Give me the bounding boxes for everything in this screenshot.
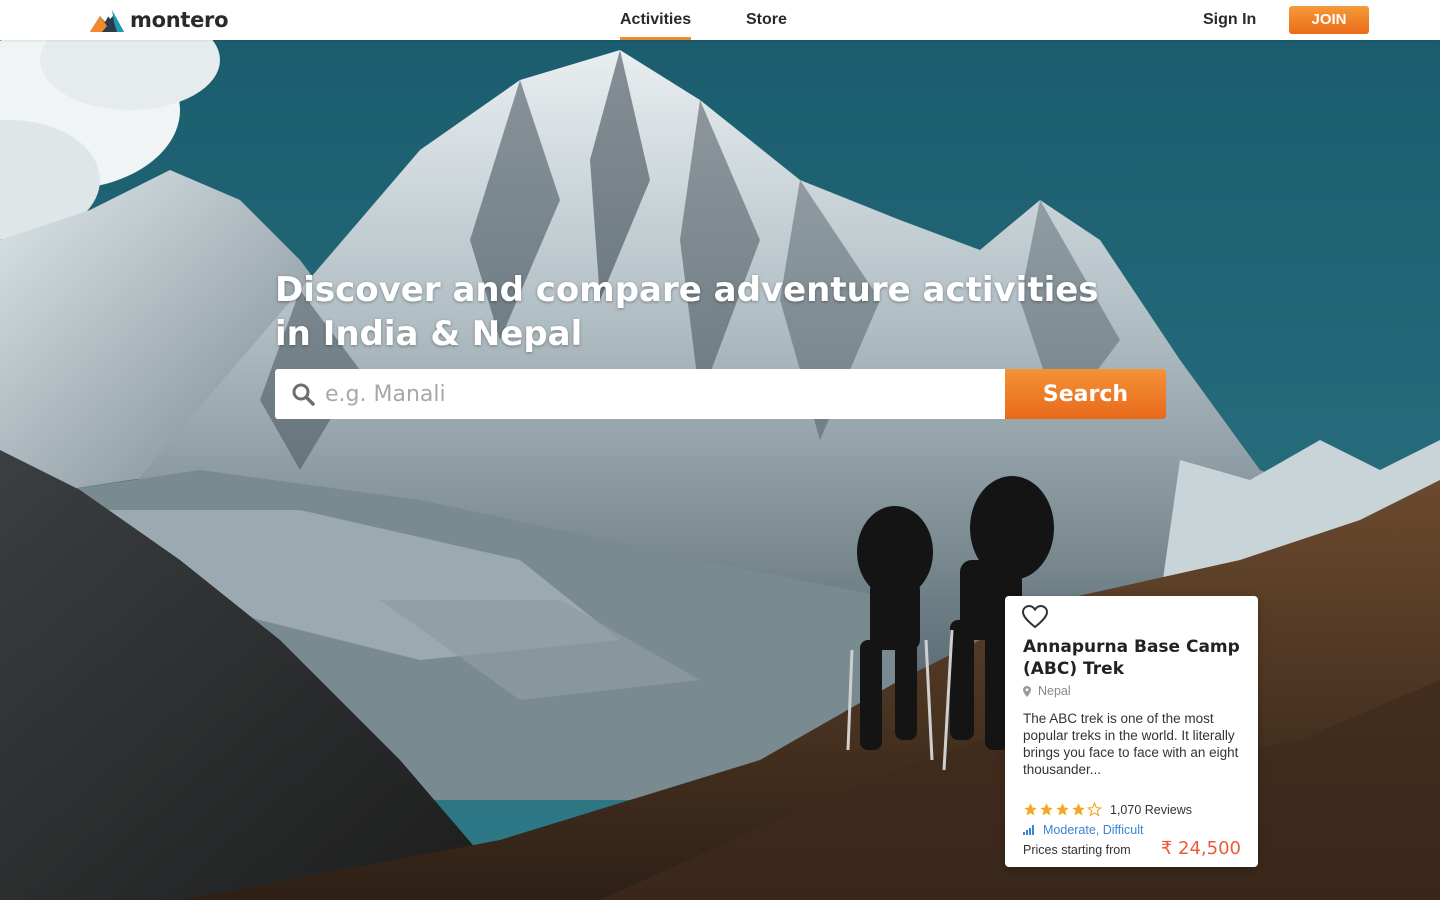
card-description: The ABC trek is one of the most popular …: [1023, 711, 1239, 777]
join-button[interactable]: JOIN: [1289, 6, 1369, 34]
star-icon: [1072, 803, 1085, 816]
card-title[interactable]: Annapurna Base Camp (ABC) Trek: [1023, 636, 1248, 680]
search-box: [275, 369, 1005, 419]
star-icon: [1056, 803, 1069, 816]
card-location: Nepal: [1023, 684, 1071, 698]
search-button[interactable]: Search: [1005, 369, 1166, 419]
price-label: Prices starting from: [1023, 843, 1131, 857]
star-icon: [1040, 803, 1053, 816]
map-pin-icon: [1023, 685, 1031, 697]
card-price-row: Prices starting from ₹ 24,500: [1023, 838, 1241, 859]
mountain-logo-icon: [90, 10, 124, 32]
review-count[interactable]: 1,070 Reviews: [1110, 803, 1192, 817]
card-location-text: Nepal: [1038, 684, 1071, 698]
hero-headline: Discover and compare adventure activitie…: [275, 270, 1099, 354]
search-input[interactable]: [325, 369, 995, 419]
star-icon: [1024, 803, 1037, 816]
price-value: ₹ 24,500: [1160, 838, 1241, 859]
brand-name: montero: [130, 8, 229, 32]
sign-in-link[interactable]: Sign In: [1203, 0, 1256, 40]
activity-card[interactable]: Annapurna Base Camp (ABC) Trek Nepal The…: [1005, 596, 1258, 867]
star-empty-icon: [1087, 802, 1102, 817]
nav-store[interactable]: Store: [746, 0, 787, 40]
top-navbar: montero Activities Store Sign In JOIN: [0, 0, 1440, 40]
difficulty-text: Moderate, Difficult: [1043, 823, 1144, 837]
rating-stars: [1023, 802, 1102, 817]
heart-icon[interactable]: [1022, 605, 1048, 629]
brand-logo[interactable]: montero: [90, 6, 229, 34]
card-difficulty: Moderate, Difficult: [1023, 823, 1144, 837]
difficulty-bars-icon: [1023, 825, 1034, 835]
nav-activities[interactable]: Activities: [620, 0, 692, 40]
card-rating: 1,070 Reviews: [1023, 802, 1192, 817]
search-bar: Search: [275, 369, 1166, 419]
search-icon: [292, 383, 315, 406]
